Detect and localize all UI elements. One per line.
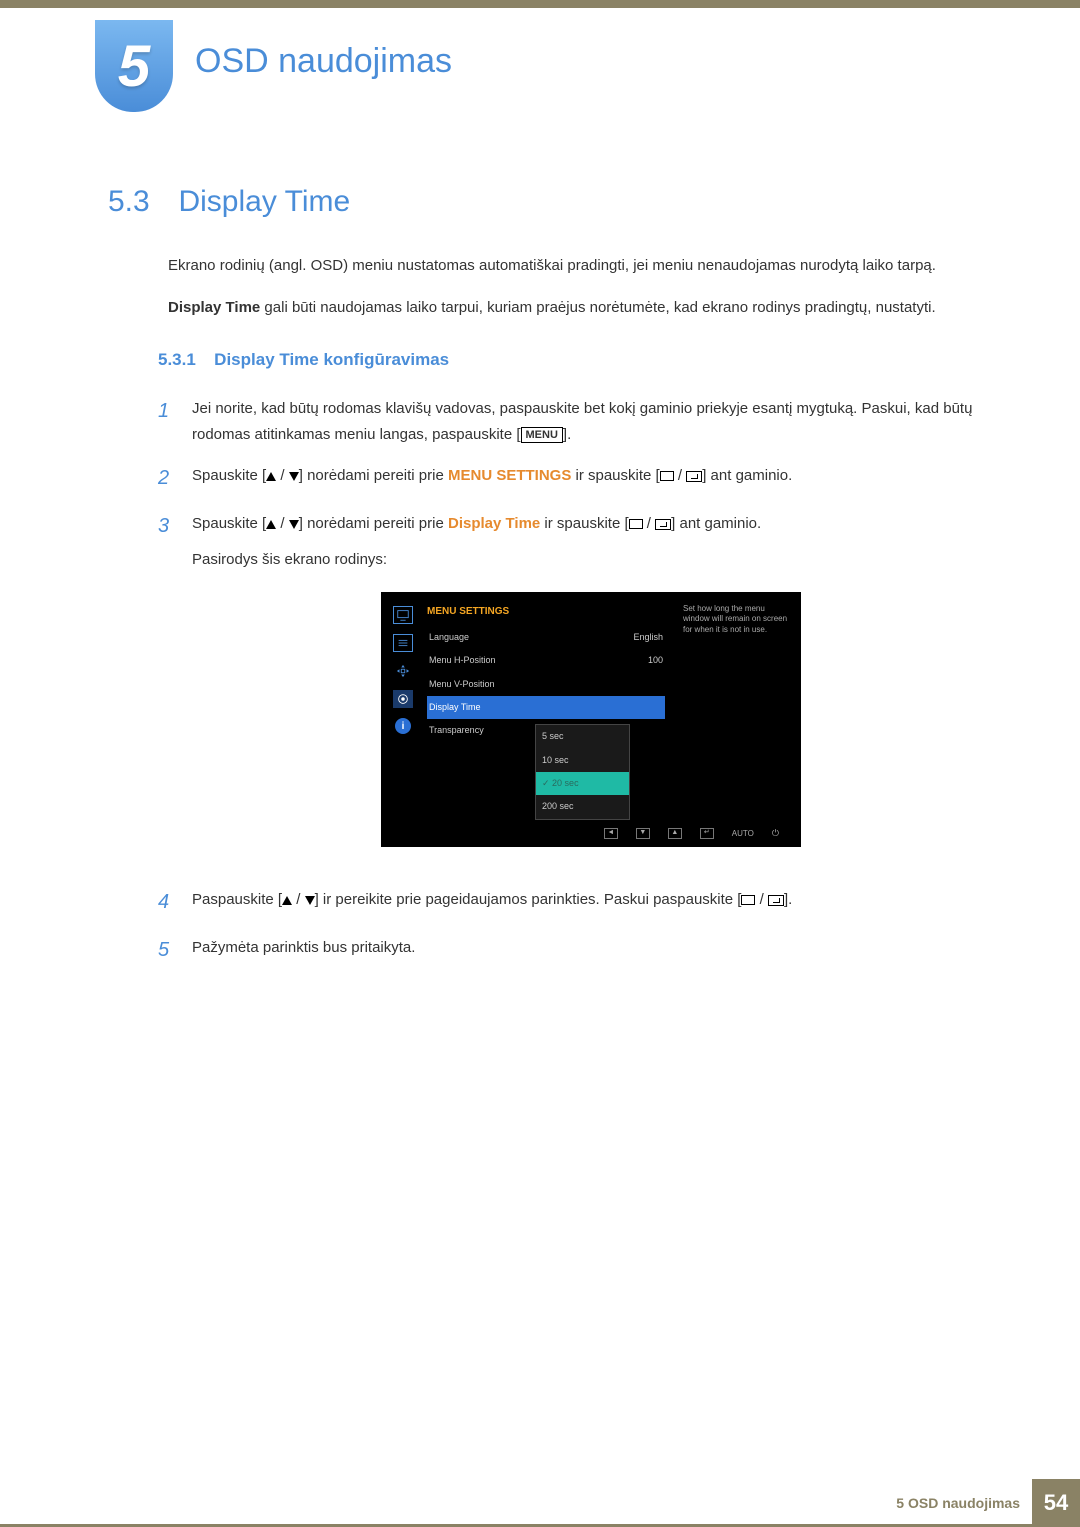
- chapter-title: OSD naudojimas: [195, 42, 452, 81]
- text-fragment: ].: [784, 891, 792, 908]
- osd-row-label: Display Time: [429, 700, 481, 715]
- text-fragment: Jei norite, kad būtų rodomas klavišų vad…: [192, 400, 972, 443]
- osd-row-label: Language: [429, 630, 469, 645]
- osd-row-value: English: [633, 630, 663, 645]
- nav-up-icon: ▲: [668, 828, 682, 839]
- intro-p2-rest: gali būti naudojamas laiko tarpui, kuria…: [260, 299, 935, 316]
- osd-row-label: Menu H-Position: [429, 653, 496, 668]
- subsection-number: 5.3.1: [158, 350, 196, 369]
- nav-auto-label: AUTO: [732, 827, 754, 841]
- osd-row-label: Menu V-Position: [429, 677, 495, 692]
- text-fragment: ].: [563, 426, 571, 443]
- return-icon: [655, 519, 671, 530]
- section-number: 5.3: [108, 185, 174, 219]
- step-2: 2 Spauskite [ / ] norėdami pereiti prie …: [158, 461, 990, 495]
- display-time-highlight: Display Time: [448, 515, 540, 532]
- nav-power-icon: ⏻: [772, 826, 779, 841]
- step-text: Spauskite [ / ] norėdami pereiti prie Di…: [192, 509, 990, 871]
- page-content: 5.3 Display Time Ekrano rodinių (angl. O…: [108, 185, 990, 981]
- steps-list: 1 Jei norite, kad būtų rodomas klavišų v…: [158, 394, 990, 967]
- up-arrow-icon: [266, 520, 276, 529]
- chapter-badge: 5: [95, 20, 173, 112]
- step-number: 3: [158, 509, 192, 871]
- text-fragment: ir spauskite [: [540, 515, 628, 532]
- intro-p1: Ekrano rodinių (angl. OSD) meniu nustato…: [168, 253, 990, 279]
- list-icon: [393, 634, 413, 652]
- text-fragment: ] norėdami pereiti prie: [299, 515, 448, 532]
- page-footer: 5 OSD naudojimas 54: [896, 1479, 1080, 1527]
- osd-nav-bar: ◄ ▼ ▲ ↵ AUTO ⏻: [389, 820, 793, 845]
- osd-description: Set how long the menu window will remain…: [675, 600, 793, 820]
- rect-icon: [741, 895, 755, 905]
- step-number: 5: [158, 933, 192, 967]
- step-text: Paspauskite [ / ] ir pereikite prie page…: [192, 885, 990, 919]
- nav-left-icon: ◄: [604, 828, 618, 839]
- intro-p2: Display Time gali būti naudojamas laiko …: [168, 295, 990, 321]
- step-text: Jei norite, kad būtų rodomas klavišų vad…: [192, 394, 990, 447]
- text-fragment: Pasirodys šis ekrano rodinys:: [192, 547, 990, 573]
- text-fragment: Spauskite [: [192, 515, 266, 532]
- text-fragment: ] ant gaminio.: [671, 515, 761, 532]
- step-1: 1 Jei norite, kad būtų rodomas klavišų v…: [158, 394, 990, 447]
- step-3: 3 Spauskite [ / ] norėdami pereiti prie …: [158, 509, 990, 871]
- nav-down-icon: ▼: [636, 828, 650, 839]
- step-4: 4 Paspauskite [ / ] ir pereikite prie pa…: [158, 885, 990, 919]
- osd-option: 200 sec: [536, 795, 629, 818]
- up-arrow-icon: [266, 472, 276, 481]
- step-number: 2: [158, 461, 192, 495]
- display-time-term: Display Time: [168, 299, 260, 316]
- osd-sidebar: i: [389, 600, 417, 820]
- section-title: Display Time: [178, 185, 350, 219]
- osd-row-displaytime: Display Time: [427, 696, 665, 719]
- top-accent-bar: [0, 0, 1080, 8]
- step-text: Pažymėta parinktis bus pritaikyta.: [192, 933, 990, 967]
- osd-row-vposition: Menu V-Position: [427, 673, 665, 696]
- osd-row-label: Transparency: [429, 723, 484, 738]
- text-fragment: ir spauskite [: [571, 467, 659, 484]
- text-fragment: Spauskite [: [192, 467, 266, 484]
- up-arrow-icon: [282, 896, 292, 905]
- osd-panel-title: MENU SETTINGS: [427, 600, 665, 626]
- subsection-title: Display Time konfigūravimas: [214, 350, 449, 369]
- footer-chapter-label: 5 OSD naudojimas: [896, 1495, 1020, 1511]
- down-arrow-icon: [289, 520, 299, 529]
- osd-option-selected: 20 sec: [536, 772, 629, 795]
- move-icon: [393, 662, 413, 680]
- down-arrow-icon: [289, 472, 299, 481]
- subsection-header: 5.3.1 Display Time konfigūravimas: [158, 350, 990, 370]
- rect-icon: [629, 519, 643, 529]
- step-text: Spauskite [ / ] norėdami pereiti prie ME…: [192, 461, 990, 495]
- text-fragment: ] norėdami pereiti prie: [299, 467, 448, 484]
- step-5: 5 Pažymėta parinktis bus pritaikyta.: [158, 933, 990, 967]
- text-fragment: ] ir pereikite prie pageidaujamos parink…: [315, 891, 742, 908]
- text-fragment: Paspauskite [: [192, 891, 282, 908]
- page-number: 54: [1032, 1479, 1080, 1527]
- text-fragment: ] ant gaminio.: [702, 467, 792, 484]
- step-number: 1: [158, 394, 192, 447]
- osd-screenshot: i MENU SETTINGS Language English Menu H-…: [381, 592, 801, 847]
- gear-icon: [393, 690, 413, 708]
- monitor-icon: [393, 606, 413, 624]
- menu-settings-highlight: MENU SETTINGS: [448, 467, 571, 484]
- rect-icon: [660, 471, 674, 481]
- osd-row-value: 100: [648, 653, 663, 668]
- return-icon: [768, 895, 784, 906]
- osd-popup: 5 sec 10 sec 20 sec 200 sec: [535, 724, 630, 819]
- step-number: 4: [158, 885, 192, 919]
- osd-main-panel: MENU SETTINGS Language English Menu H-Po…: [417, 600, 675, 820]
- menu-button-label: MENU: [521, 427, 563, 443]
- nav-enter-icon: ↵: [700, 828, 714, 839]
- osd-row-hposition: Menu H-Position 100: [427, 649, 665, 672]
- return-icon: [686, 471, 702, 482]
- osd-row-language: Language English: [427, 626, 665, 649]
- info-icon: i: [395, 718, 411, 734]
- osd-option: 5 sec: [536, 725, 629, 748]
- intro-text: Ekrano rodinių (angl. OSD) meniu nustato…: [168, 253, 990, 320]
- down-arrow-icon: [305, 896, 315, 905]
- osd-option: 10 sec: [536, 749, 629, 772]
- chapter-number: 5: [118, 33, 150, 100]
